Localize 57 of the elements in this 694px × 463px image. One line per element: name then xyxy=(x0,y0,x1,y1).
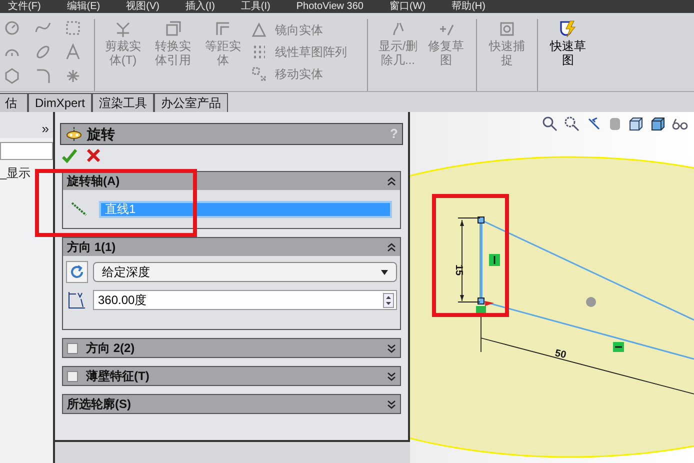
caret-icon xyxy=(381,270,388,274)
menu-item[interactable]: 文件(F) xyxy=(8,2,41,12)
collapse-icon[interactable] xyxy=(387,176,396,186)
zoom-fit-icon[interactable] xyxy=(542,116,558,132)
section-header[interactable]: 所选轮廓(S) xyxy=(63,395,400,413)
ellipse-icon[interactable] xyxy=(34,43,52,61)
section-view-icon[interactable] xyxy=(608,116,622,132)
menu-item[interactable]: 编辑(E) xyxy=(66,2,100,12)
grid-icon[interactable] xyxy=(64,19,82,37)
zoom-area-icon[interactable] xyxy=(564,116,580,132)
angle-icon xyxy=(66,289,88,311)
previous-view-icon[interactable] xyxy=(586,116,602,132)
menu-item[interactable]: 视图(V) xyxy=(126,2,160,12)
glasses-icon[interactable] xyxy=(672,116,688,132)
tab[interactable]: 渲染工具 xyxy=(92,93,154,112)
filter-field[interactable] xyxy=(0,142,53,160)
tree-item[interactable]: _显示 xyxy=(0,164,53,182)
tab[interactable]: DimXpert xyxy=(28,93,92,112)
section-header[interactable]: 方向 2(2) xyxy=(63,339,400,357)
menu-item[interactable]: PhotoView 360 xyxy=(296,2,364,12)
spinner-icon[interactable] xyxy=(383,292,394,308)
cancel-x-icon[interactable] xyxy=(87,149,100,162)
dropdown[interactable]: 给定深度 xyxy=(93,262,397,282)
tab[interactable]: 估 xyxy=(0,93,28,112)
section-header[interactable]: 方向 1(1) xyxy=(63,238,400,256)
panel-title: 旋转 xyxy=(87,124,116,144)
checkbox[interactable] xyxy=(67,342,78,354)
section-header[interactable]: 旋转轴(A) xyxy=(63,172,400,190)
sketch-drawing: 15 50 xyxy=(430,208,694,398)
tool-icon xyxy=(251,44,267,60)
menu-item[interactable]: 工具(I) xyxy=(240,2,270,12)
expand-icon[interactable] xyxy=(387,372,396,380)
polygon-icon[interactable] xyxy=(3,67,21,85)
view-orientation-icon[interactable] xyxy=(628,116,644,132)
text-icon[interactable] xyxy=(64,43,82,61)
checkbox[interactable] xyxy=(67,370,78,382)
angle-field[interactable]: 360.00度 xyxy=(93,290,397,310)
display-style-cube-icon[interactable] xyxy=(650,116,666,132)
reverse-direction-button[interactable] xyxy=(66,261,88,283)
rotate-icon xyxy=(69,264,85,280)
quick-sketch-icon xyxy=(558,19,578,39)
circle-icon[interactable] xyxy=(3,19,21,37)
tool-icon xyxy=(251,22,267,38)
collapse-icon[interactable] xyxy=(387,242,396,252)
expand-button[interactable]: » xyxy=(42,120,49,138)
revolve-icon xyxy=(65,127,83,141)
line-icon xyxy=(71,202,87,216)
tab[interactable]: 办公室产品 xyxy=(154,93,228,112)
expand-icon[interactable] xyxy=(387,400,396,408)
tool-icon xyxy=(251,66,267,82)
menu-item[interactable]: 帮助(H) xyxy=(452,2,486,12)
menu-item[interactable]: 插入(I) xyxy=(185,2,215,12)
toolbar-button[interactable]: 快速草图 xyxy=(544,19,592,91)
ok-checkmark-icon[interactable] xyxy=(62,149,77,163)
menu-item[interactable]: 窗口(W) xyxy=(389,2,426,12)
expand-icon[interactable] xyxy=(387,344,396,352)
section-header[interactable]: 薄壁特征(T) xyxy=(63,367,400,385)
